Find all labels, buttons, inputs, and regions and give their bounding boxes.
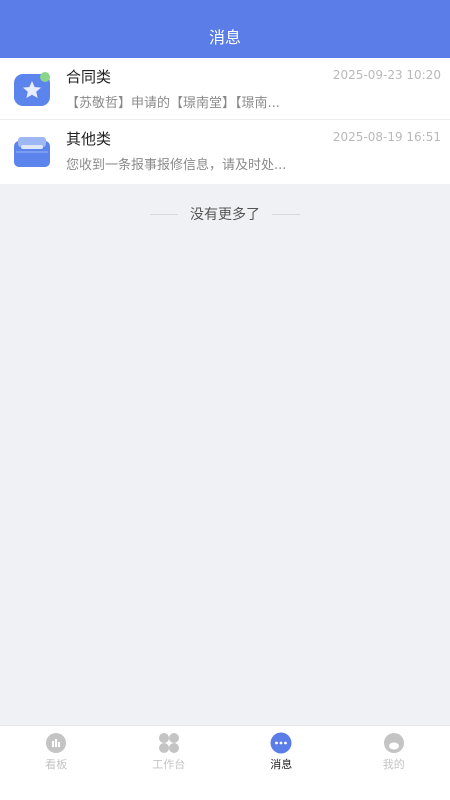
top-header: 消息 bbox=[0, 0, 450, 58]
tab-label: 消息 bbox=[270, 758, 293, 771]
message-item-other[interactable]: 其他类 2025-08-19 16:51 您收到一条报事报修信息，请及时处... bbox=[0, 120, 450, 184]
tab-message[interactable]: 消息 bbox=[225, 726, 338, 800]
dashboard-icon bbox=[46, 733, 67, 753]
cabinet-icon bbox=[14, 137, 50, 167]
workbench-icon bbox=[158, 733, 179, 753]
message-list: 合同类 2025-09-23 10:20 【苏敬哲】申请的【璟南堂】【璟南...… bbox=[0, 58, 450, 184]
no-more-indicator: 没有更多了 bbox=[0, 204, 450, 224]
no-more-text: 没有更多了 bbox=[190, 207, 260, 223]
tab-profile[interactable]: 我的 bbox=[338, 726, 450, 800]
divider-right bbox=[272, 213, 300, 215]
message-time: 2025-09-23 10:20 bbox=[332, 68, 441, 82]
message-icon bbox=[270, 732, 292, 754]
contract-star-icon bbox=[14, 72, 50, 106]
tab-label: 看板 bbox=[45, 758, 68, 771]
tab-workbench[interactable]: 工作台 bbox=[113, 726, 226, 800]
tab-label: 工作台 bbox=[152, 758, 186, 771]
bottom-tabbar: 看板 工作台 消息 我的 bbox=[0, 725, 450, 800]
message-item-contract[interactable]: 合同类 2025-09-23 10:20 【苏敬哲】申请的【璟南堂】【璟南... bbox=[0, 58, 450, 120]
message-preview: 您收到一条报事报修信息，请及时处... bbox=[66, 158, 287, 173]
message-title: 合同类 bbox=[66, 68, 112, 86]
tab-label: 我的 bbox=[382, 758, 405, 771]
profile-icon bbox=[383, 733, 404, 753]
tab-dashboard[interactable]: 看板 bbox=[0, 726, 113, 800]
message-preview: 【苏敬哲】申请的【璟南堂】【璟南... bbox=[66, 96, 280, 111]
message-title: 其他类 bbox=[66, 130, 112, 148]
page-title: 消息 bbox=[208, 28, 241, 47]
divider-left bbox=[150, 213, 178, 215]
message-time: 2025-08-19 16:51 bbox=[332, 130, 441, 144]
